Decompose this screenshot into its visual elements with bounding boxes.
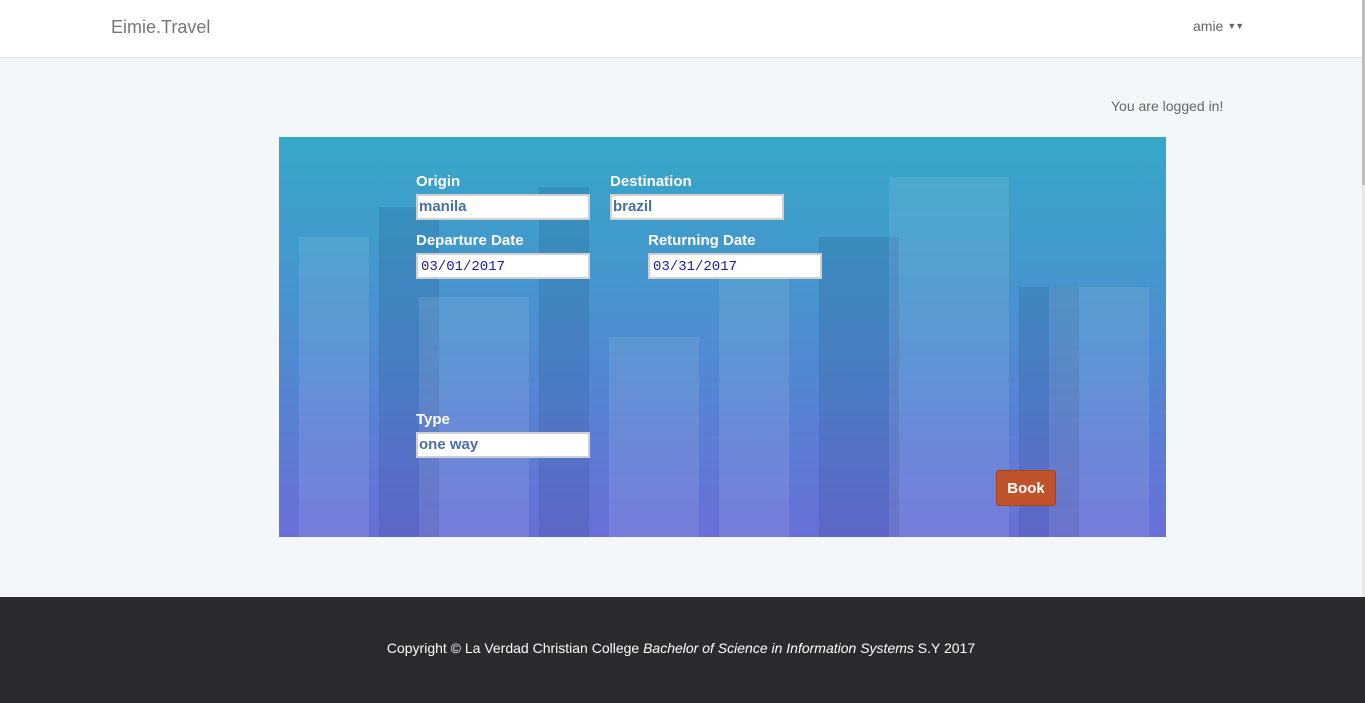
city-background-building bbox=[889, 177, 1009, 537]
school-year: S.Y 2017 bbox=[917, 640, 976, 656]
caret-down-icon: ▼▼ bbox=[1227, 21, 1244, 31]
type-label: Type bbox=[416, 411, 450, 428]
copyright-prefix: Copyright © La Verdad Christian College bbox=[386, 640, 640, 656]
returning-date-label: Returning Date bbox=[648, 232, 756, 249]
copyright-text: Copyright © La Verdad Christian College … bbox=[0, 640, 1362, 656]
destination-field[interactable]: brazil bbox=[610, 194, 784, 220]
user-menu-dropdown[interactable]: amie ▼▼ bbox=[1193, 18, 1244, 34]
brand-link[interactable]: Eimie.Travel bbox=[111, 17, 210, 38]
city-background-building bbox=[819, 237, 899, 537]
type-field[interactable]: one way bbox=[416, 432, 590, 458]
user-name: amie bbox=[1193, 18, 1224, 34]
origin-field[interactable]: manila bbox=[416, 194, 590, 220]
city-background-building bbox=[719, 277, 789, 537]
city-background-building bbox=[1049, 287, 1149, 537]
program-name: Bachelor of Science in Information Syste… bbox=[643, 640, 914, 656]
city-background-building bbox=[539, 187, 589, 537]
departure-date-field[interactable]: 03/01/2017 bbox=[416, 253, 590, 279]
returning-date-field[interactable]: 03/31/2017 bbox=[648, 253, 822, 279]
origin-label: Origin bbox=[416, 173, 461, 190]
page-footer: Copyright © La Verdad Christian College … bbox=[0, 597, 1365, 703]
city-background-building bbox=[609, 337, 699, 537]
booking-panel: Origin manila Destination brazil Departu… bbox=[279, 137, 1166, 537]
book-button[interactable]: Book bbox=[996, 470, 1056, 506]
login-status-text: You are logged in! bbox=[1111, 98, 1224, 114]
destination-label: Destination bbox=[610, 173, 692, 190]
city-background-building bbox=[299, 237, 369, 537]
departure-date-label: Departure Date bbox=[416, 232, 524, 249]
top-navbar: Eimie.Travel amie ▼▼ bbox=[0, 0, 1362, 58]
